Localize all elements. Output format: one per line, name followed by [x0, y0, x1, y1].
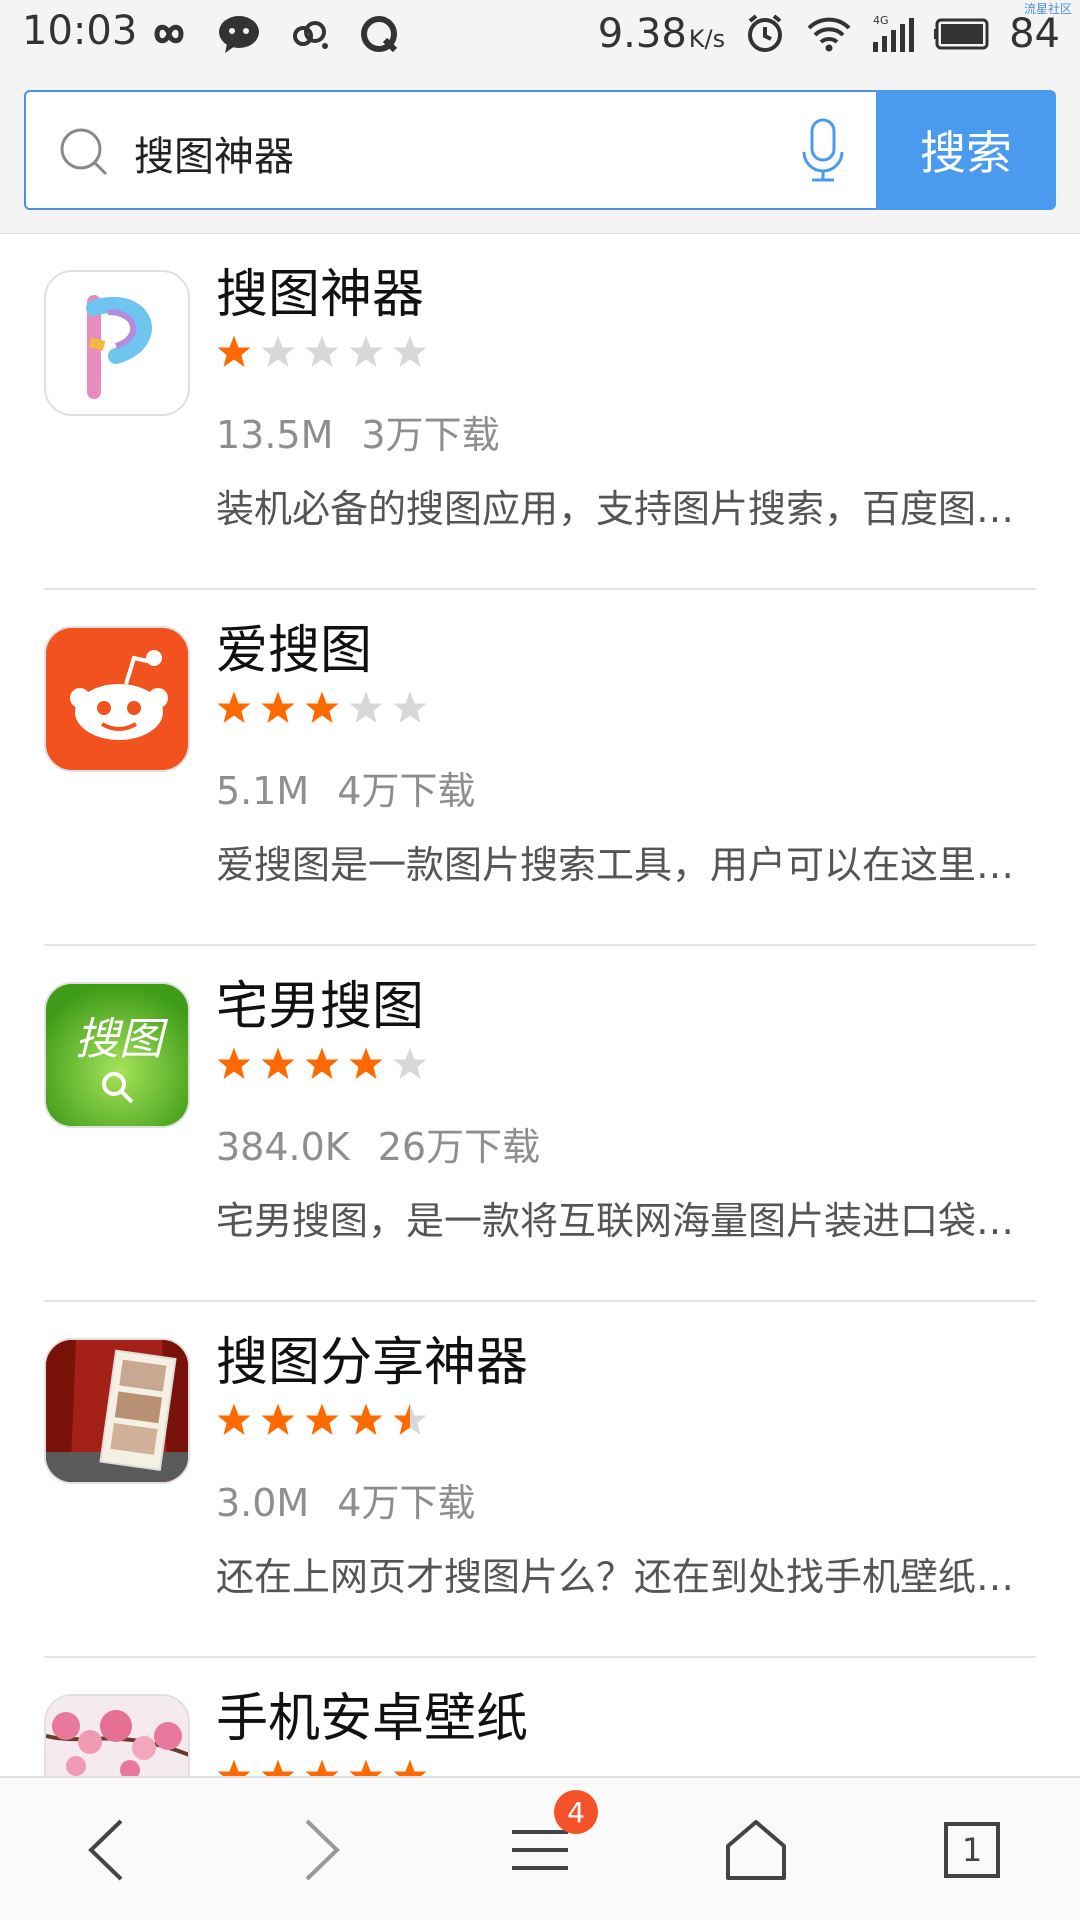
star-icon — [393, 1759, 427, 1776]
star-icon — [349, 1759, 383, 1776]
alarm-icon — [741, 12, 789, 56]
star-icon — [393, 335, 427, 367]
app-meta: 5.1M 4万下载 — [216, 760, 475, 815]
app-downloads: 4万下载 — [337, 769, 476, 813]
star-icon — [349, 335, 383, 367]
star-rating — [216, 1402, 428, 1438]
star-icon — [261, 1403, 295, 1435]
star-icon — [217, 1759, 251, 1776]
alien-face-logo-icon — [44, 626, 190, 772]
photo-curtain-logo-icon — [44, 1338, 190, 1484]
tab-count: 1 — [961, 1831, 983, 1869]
app-meta: 384.0K 26万下载 — [216, 1116, 540, 1171]
star-icon — [349, 1047, 383, 1079]
app-size: 384.0K — [216, 1125, 350, 1169]
app-description: 还在上网页才搜图片么？还在到处找手机壁纸吗？快来试试 — [216, 1555, 1036, 1599]
star-icon — [261, 1047, 295, 1079]
star-rating — [216, 690, 428, 726]
list-item[interactable]: 搜图神器 13.5M 3万下载 装机必备的搜图应用，支持图片搜索，百度图片、搜狗图… — [0, 234, 1080, 590]
svg-text:搜图: 搜图 — [75, 1014, 169, 1065]
app-meta: 3.0M 4万下载 — [216, 1472, 475, 1527]
watermark: 流星社区 — [1023, 2, 1072, 16]
app-description: 装机必备的搜图应用，支持图片搜索，百度图片、搜狗图片等 — [216, 487, 1036, 531]
menu-icon — [512, 1830, 568, 1870]
tabs-button[interactable]: 1 — [930, 1808, 1014, 1892]
battery-percent: 84 — [1009, 11, 1060, 57]
app-size: 5.1M — [216, 769, 310, 813]
list-item[interactable]: 搜图 宅男搜图 384.0K 26万下载 宅男搜图，是一款将互联网海量图片装进口袋… — [0, 946, 1080, 1302]
star-icon — [261, 1759, 295, 1776]
home-icon — [726, 1820, 786, 1880]
cherry-blossom-logo-icon — [44, 1694, 190, 1776]
app-size: 13.5M — [216, 413, 334, 457]
chevron-left-icon — [88, 1819, 123, 1881]
app-list: 搜图神器 13.5M 3万下载 装机必备的搜图应用，支持图片搜索，百度图片、搜狗图… — [0, 234, 1080, 1776]
star-icon — [305, 1759, 339, 1776]
star-icon — [217, 335, 251, 367]
star-icon — [305, 1403, 339, 1435]
star-icon — [217, 691, 251, 723]
pastel-p-logo-icon — [44, 270, 190, 416]
star-icon — [393, 1047, 427, 1079]
infinity-icon — [145, 12, 193, 56]
app-downloads: 3万下载 — [361, 413, 500, 457]
cloud-sync-icon — [285, 12, 333, 56]
star-icon — [305, 691, 339, 723]
app-size: 3.0M — [216, 1481, 310, 1525]
status-bar: 10:03 9.38K/s 4G 84 流星社区 — [0, 0, 1080, 70]
back-button[interactable] — [64, 1808, 148, 1892]
status-time: 10:03 — [22, 8, 138, 54]
star-icon — [349, 1403, 383, 1435]
star-rating — [216, 334, 428, 370]
network-speed: 9.38K/s — [597, 11, 726, 57]
search-bar: 搜图神器 搜索 — [0, 70, 1080, 234]
app-name: 爱搜图 — [216, 621, 373, 681]
app-downloads: 4万下载 — [337, 1481, 476, 1525]
bottom-nav: 4 1 — [0, 1776, 1080, 1920]
star-icon — [261, 691, 295, 723]
battery-icon — [933, 12, 993, 56]
signal-4g-icon: 4G — [869, 12, 917, 56]
search-icon — [56, 124, 112, 180]
star-icon — [217, 1047, 251, 1079]
app-name: 搜图神器 — [216, 265, 425, 325]
app-downloads: 26万下载 — [377, 1125, 541, 1169]
home-button[interactable] — [714, 1808, 798, 1892]
search-query: 搜图神器 — [134, 134, 294, 180]
list-item[interactable]: 手机安卓壁纸 — [0, 1658, 1080, 1776]
list-item[interactable]: 爱搜图 5.1M 4万下载 爱搜图是一款图片搜索工具，用户可以在这里找到想要的图片 — [0, 590, 1080, 946]
star-icon — [393, 691, 427, 723]
status-left-icons — [145, 12, 403, 56]
star-icon — [305, 335, 339, 367]
app-description: 宅男搜图，是一款将互联网海量图片装进口袋的应用程序 — [216, 1199, 1036, 1243]
app-meta: 13.5M 3万下载 — [216, 404, 500, 459]
search-button[interactable]: 搜索 — [876, 90, 1056, 210]
chat-bubble-icon — [215, 12, 263, 56]
app-description: 爱搜图是一款图片搜索工具，用户可以在这里找到想要的图片 — [216, 843, 1036, 887]
search-input[interactable]: 搜图神器 — [24, 90, 878, 210]
app-name: 手机安卓壁纸 — [216, 1689, 529, 1749]
forward-button[interactable] — [280, 1808, 364, 1892]
chevron-right-icon — [305, 1819, 340, 1881]
half-star-icon — [393, 1403, 427, 1435]
star-icon — [217, 1403, 251, 1435]
star-icon — [349, 691, 383, 723]
circle-q-icon — [355, 12, 403, 56]
menu-badge: 4 — [554, 1790, 598, 1834]
star-rating — [216, 1758, 428, 1776]
list-item[interactable]: 搜图分享神器 3.0M 4万下载 还在上网页才搜图片么？还在到处找手机壁纸吗？快来… — [0, 1302, 1080, 1658]
app-name: 宅男搜图 — [216, 977, 425, 1037]
star-rating — [216, 1046, 428, 1082]
green-sotu-logo-icon: 搜图 — [44, 982, 190, 1128]
app-name: 搜图分享神器 — [216, 1333, 529, 1393]
microphone-icon[interactable] — [798, 116, 848, 186]
status-right-icons: 9.38K/s 4G 84 — [598, 8, 1060, 60]
wifi-icon — [805, 12, 853, 56]
svg-text:4G: 4G — [873, 14, 889, 27]
star-icon — [305, 1047, 339, 1079]
star-icon — [261, 335, 295, 367]
